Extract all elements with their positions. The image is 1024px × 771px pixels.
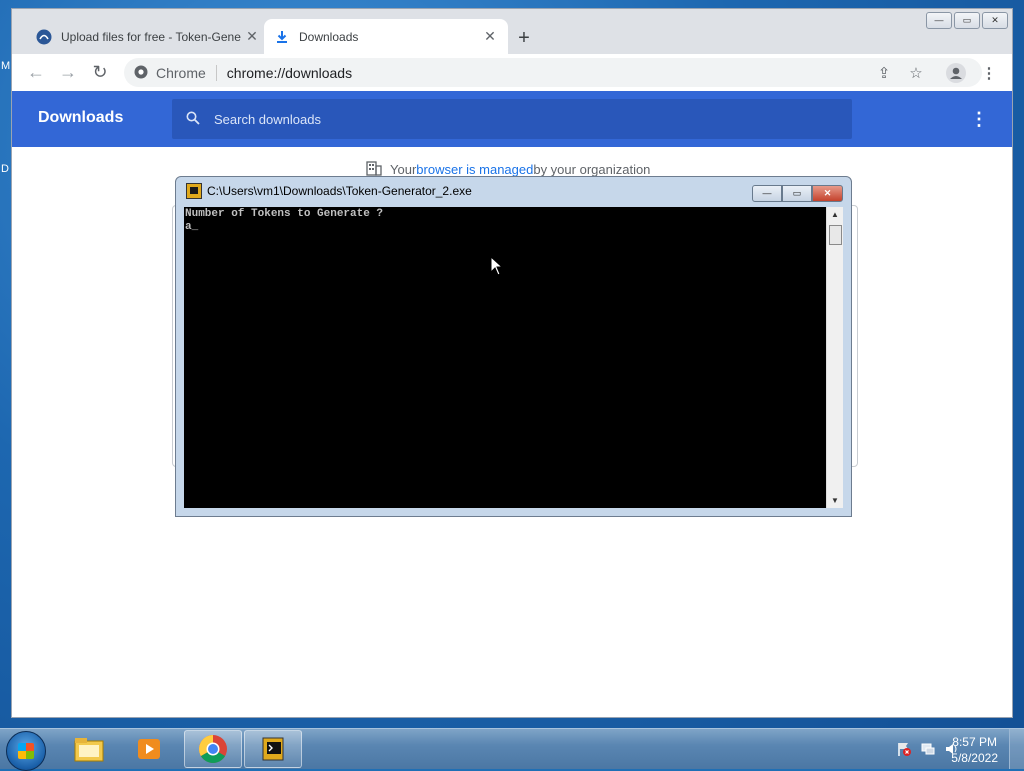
page-title: Downloads xyxy=(38,109,124,126)
reload-icon[interactable]: ↻ xyxy=(88,60,112,84)
console-app-icon[interactable] xyxy=(244,730,302,768)
maximize-button[interactable]: ▭ xyxy=(954,12,980,29)
search-placeholder: Search downloads xyxy=(214,111,321,127)
chrome-icon[interactable] xyxy=(184,730,242,768)
tab-title: Upload files for free - Token-Gene xyxy=(61,29,241,44)
profile-avatar-icon[interactable] xyxy=(945,62,967,84)
console-app-icon xyxy=(186,183,202,199)
taskbar: 8:57 PM 5/8/2022 xyxy=(0,728,1024,771)
scroll-down-icon[interactable]: ▼ xyxy=(831,496,839,505)
chrome-menu-icon[interactable]: ⋮ xyxy=(978,62,1000,84)
scroll-thumb[interactable] xyxy=(829,225,842,245)
search-downloads-field[interactable]: Search downloads xyxy=(172,99,852,139)
divider xyxy=(215,64,217,81)
clock-date: 5/8/2022 xyxy=(951,751,998,765)
clock[interactable]: 8:57 PM 5/8/2022 xyxy=(951,734,998,766)
console-maximize-button[interactable]: ▭ xyxy=(782,185,812,202)
address-bar[interactable]: Chrome chrome://downloads xyxy=(124,58,982,87)
console-text: Number of Tokens to Generate ? a_ xyxy=(185,208,383,234)
search-icon xyxy=(186,111,200,128)
action-center-flag-icon[interactable] xyxy=(896,741,912,757)
console-window-controls: — ▭ ✕ xyxy=(752,185,843,202)
managed-text-suffix: by your organization xyxy=(533,162,651,177)
download-icon xyxy=(274,29,290,45)
desktop-icon-label[interactable]: M xyxy=(1,60,10,72)
console-scrollbar[interactable]: ▲ ▼ xyxy=(826,207,843,508)
console-line: Number of Tokens to Generate ? xyxy=(185,208,384,220)
url-text: chrome://downloads xyxy=(226,64,353,81)
managed-text-prefix: Your xyxy=(390,162,417,177)
console-minimize-button[interactable]: — xyxy=(752,185,782,202)
more-actions-icon[interactable]: ⋮ xyxy=(970,109,988,130)
clock-time: 8:57 PM xyxy=(952,735,997,749)
tab-upload-files[interactable]: Upload files for free - Token-Gene ✕ xyxy=(26,19,270,54)
new-tab-button[interactable]: + xyxy=(512,26,536,50)
start-button[interactable] xyxy=(6,731,46,771)
share-icon[interactable]: ⇪ xyxy=(873,62,895,84)
site-chip-label: Chrome xyxy=(156,64,206,81)
downloads-header: Downloads Search downloads ⋮ xyxy=(12,91,1012,147)
show-desktop-button[interactable] xyxy=(1009,729,1024,769)
scroll-up-icon[interactable]: ▲ xyxy=(831,210,839,219)
tab-downloads[interactable]: Downloads ✕ xyxy=(264,19,508,54)
forward-arrow-icon[interactable]: → xyxy=(56,60,80,84)
back-arrow-icon[interactable]: ← xyxy=(24,60,48,84)
console-window[interactable]: C:\Users\vm1\Downloads\Token-Generator_2… xyxy=(175,176,852,517)
network-icon[interactable] xyxy=(920,741,936,757)
tab-title: Downloads xyxy=(299,29,359,44)
window-controls: — ▭ ✕ xyxy=(926,12,1008,29)
minimize-button[interactable]: — xyxy=(926,12,952,29)
console-titlebar[interactable]: C:\Users\vm1\Downloads\Token-Generator_2… xyxy=(186,183,472,199)
chrome-logo-icon xyxy=(134,65,148,82)
bookmark-star-icon[interactable]: ☆ xyxy=(905,62,927,84)
media-player-icon[interactable] xyxy=(120,730,178,768)
managed-link[interactable]: browser is managed xyxy=(416,162,533,177)
close-tab-icon[interactable]: ✕ xyxy=(244,28,260,45)
tab-strip: Upload files for free - Token-Gene ✕ Dow… xyxy=(12,9,1012,54)
site-favicon-icon xyxy=(36,29,52,45)
close-tab-icon[interactable]: ✕ xyxy=(482,28,498,45)
close-window-button[interactable]: ✕ xyxy=(982,12,1008,29)
explorer-icon[interactable] xyxy=(60,730,118,768)
console-output[interactable]: Number of Tokens to Generate ? a_ xyxy=(184,207,826,508)
toolbar: ← → ↻ Chrome chrome://downloads ⇪ ☆ ⋮ xyxy=(12,54,1012,92)
console-close-button[interactable]: ✕ xyxy=(812,185,843,202)
console-input-line: a_ xyxy=(185,221,199,233)
console-title: C:\Users\vm1\Downloads\Token-Generator_2… xyxy=(207,184,472,198)
desktop-icon-label[interactable]: D xyxy=(1,163,9,175)
